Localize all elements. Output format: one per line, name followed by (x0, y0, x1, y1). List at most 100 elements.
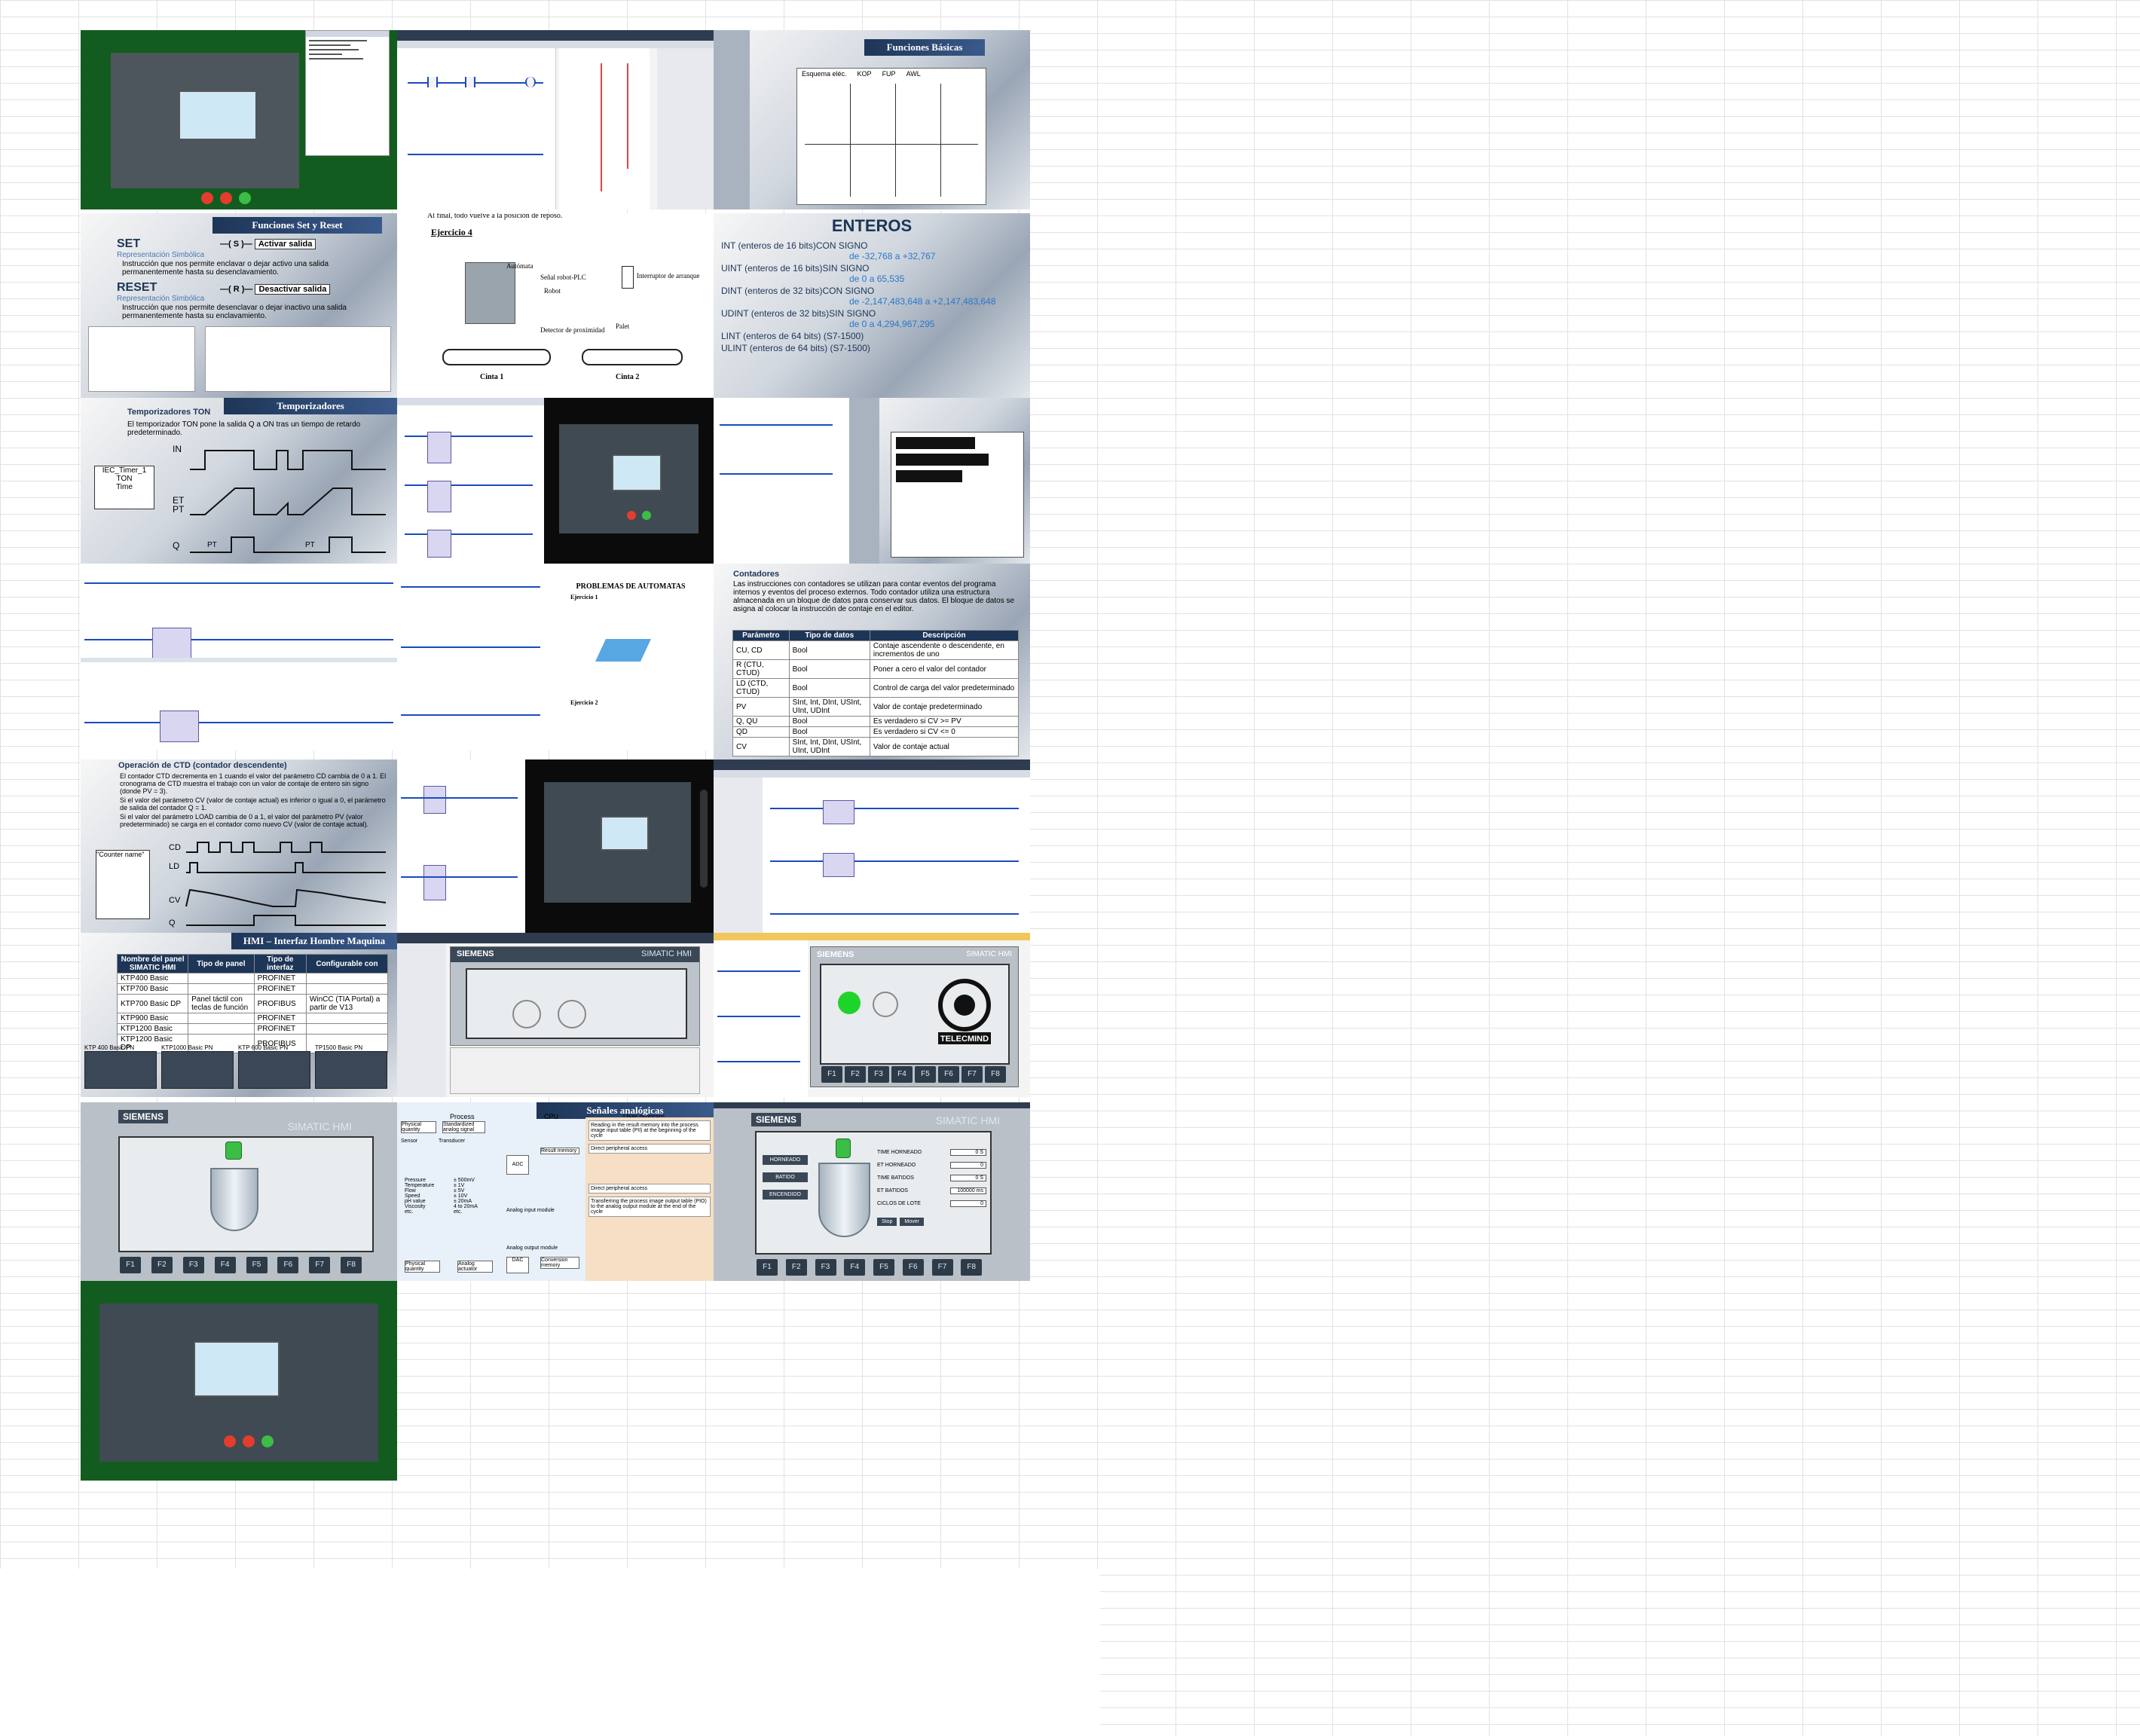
function-key-f7[interactable]: F7 (961, 1066, 983, 1083)
timer-block[interactable] (427, 432, 451, 463)
function-keys[interactable]: F1 F2 F3 F4 F5 F6 F7 F8 (755, 1259, 989, 1276)
plc-photo-video[interactable] (544, 398, 714, 564)
video-controls[interactable] (700, 790, 708, 888)
function-key-f1[interactable]: F1 (821, 1066, 842, 1083)
table-cell: LD (CTD, CTUD) (732, 678, 790, 698)
function-key-f1[interactable]: F1 (120, 1257, 141, 1273)
mode-button[interactable]: HORNEADO (763, 1155, 808, 1165)
function-key-f6[interactable]: F6 (277, 1257, 299, 1273)
notepad-window[interactable] (305, 30, 390, 156)
toolbar[interactable] (714, 770, 1030, 778)
function-keys[interactable]: F1 F2 F3 F4 F5 F6 F7 F8 (118, 1257, 371, 1273)
function-key-f4[interactable]: F4 (844, 1259, 866, 1276)
project-tree[interactable] (714, 778, 763, 933)
toolbar[interactable] (397, 41, 714, 48)
round-button[interactable] (873, 992, 898, 1017)
program-editor[interactable] (763, 778, 1030, 933)
plc-photo-console[interactable] (81, 30, 397, 209)
function-key-f6[interactable]: F6 (938, 1066, 959, 1083)
tia-editor-timers[interactable] (397, 398, 544, 564)
function-key-f5[interactable]: F5 (873, 1259, 894, 1276)
program-editor[interactable] (397, 48, 556, 209)
integer-type-label: LINT (enteros de 64 bits) (S7-1500) (721, 331, 864, 341)
hmi-screen-area[interactable]: HORNEADO BATIDO ENCENDIDO TIME HORNEADO 0 S… (755, 1131, 992, 1255)
siemens-logo: SIEMENS (817, 950, 854, 959)
function-key-f8[interactable]: F8 (341, 1257, 362, 1273)
ladder-timer-networks[interactable] (81, 564, 397, 750)
ladder-ctd-networks[interactable] (397, 760, 525, 933)
mode-button[interactable]: BATIDO (763, 1172, 808, 1182)
label-cinta1: Cinta 1 (480, 373, 504, 381)
tia-portal-project[interactable] (714, 760, 1030, 933)
function-key-f5[interactable]: F5 (246, 1257, 268, 1273)
hmi-bakery-screen[interactable]: SIEMENS SIMATIC HMI HORNEADO BATIDO ENCEND… (714, 1102, 1030, 1281)
plc-photo-cabinet[interactable] (81, 1281, 397, 1481)
function-key-f8[interactable]: F8 (961, 1259, 983, 1276)
function-key-f4[interactable]: F4 (214, 1257, 236, 1273)
action-button[interactable]: Stop (877, 1218, 897, 1226)
slide-thumbnails[interactable] (714, 30, 750, 209)
slide-thumbnails[interactable] (849, 398, 879, 564)
round-button[interactable] (512, 1000, 541, 1028)
process-value-field[interactable]: 0 S (950, 1149, 986, 1156)
function-key-f2[interactable]: F2 (785, 1259, 807, 1276)
ladder-contact[interactable] (427, 77, 438, 87)
timer-block[interactable] (160, 711, 199, 742)
counter-block[interactable] (423, 786, 446, 814)
action-button[interactable]: Mover (900, 1218, 924, 1226)
function-keys[interactable]: F1 F2 F3 F4 F5 F6 F7 F8 (820, 1066, 1007, 1083)
mode-buttons[interactable]: HORNEADO BATIDO ENCENDIDO (763, 1155, 808, 1207)
timer-block[interactable] (427, 530, 451, 558)
conveyor-1 (442, 349, 551, 365)
hmi-design-panel[interactable]: SIEMENS SIMATIC HMI (450, 946, 700, 1046)
function-key-f2[interactable]: F2 (151, 1257, 173, 1273)
thumbnail-image (161, 1051, 234, 1089)
function-key-f6[interactable]: F6 (902, 1259, 924, 1276)
instructions-panel[interactable] (657, 48, 714, 209)
counter-block[interactable] (823, 853, 854, 877)
label-robot: Robot (544, 287, 561, 295)
hmi-screen-area[interactable]: TELECMIND (820, 964, 1010, 1065)
timer-block[interactable] (427, 481, 451, 512)
properties-panel[interactable] (450, 1047, 700, 1094)
function-key-f5[interactable]: F5 (915, 1066, 936, 1083)
ladder-coil[interactable] (525, 77, 536, 87)
toolbar[interactable] (714, 933, 1030, 940)
counter-block[interactable] (823, 800, 854, 824)
round-button[interactable] (558, 1000, 586, 1028)
function-key-f8[interactable]: F8 (985, 1066, 1006, 1083)
function-key-f3[interactable]: F3 (868, 1066, 889, 1083)
process-value-field[interactable]: 0 S (950, 1175, 986, 1181)
function-key-f1[interactable]: F1 (757, 1259, 778, 1276)
siemens-logo: SIEMENS (457, 949, 494, 958)
ladder-contact[interactable] (465, 77, 475, 87)
function-key-f3[interactable]: F3 (815, 1259, 836, 1276)
hmi-screen-area[interactable] (466, 968, 687, 1039)
tia-ladder-editor[interactable] (397, 30, 714, 209)
program-editor[interactable] (714, 940, 808, 1097)
function-key-f4[interactable]: F4 (891, 1066, 913, 1083)
plc-photo-video[interactable] (525, 760, 714, 933)
function-key-f7[interactable]: F7 (309, 1257, 331, 1273)
project-tree[interactable] (397, 943, 446, 1097)
hmi-runtime-window[interactable]: SIEMENS SIMATIC HMI TELECMIND F1 F2 F3 F4 F5… (810, 946, 1019, 1087)
process-value-field[interactable]: 100000 ms (950, 1187, 986, 1194)
ladder-counter-networks[interactable] (397, 564, 548, 750)
timer-block[interactable] (152, 628, 191, 659)
hmi-screen-area[interactable] (118, 1136, 374, 1252)
mode-button[interactable]: ENCENDIDO (763, 1190, 808, 1200)
process-value-field[interactable]: 0 (950, 1162, 986, 1169)
tia-editor-small[interactable] (714, 398, 849, 564)
tia-hmi-runtime[interactable]: SIEMENS SIMATIC HMI TELECMIND F1 F2 F3 F4 F5… (714, 933, 1030, 1097)
hmi-mixer-screen[interactable]: SIEMENS SIMATIC HMI F1 F2 F3 F4 F5 F6 F7 F8 (81, 1102, 397, 1281)
table-cell: Bool (788, 726, 870, 738)
counter-block[interactable] (423, 865, 446, 900)
slide-hmi-table: HMI – Interfaz Hombre Maquina Nombre del… (81, 933, 397, 1097)
function-key-f3[interactable]: F3 (182, 1257, 204, 1273)
process-value-field[interactable]: 0 (950, 1200, 986, 1207)
tia-hmi-designer[interactable]: SIEMENS SIMATIC HMI (397, 933, 714, 1097)
integer-type-item: ULINT (enteros de 64 bits) (S7-1500) (721, 343, 1023, 353)
toolbar[interactable] (397, 398, 544, 405)
function-key-f2[interactable]: F2 (845, 1066, 866, 1083)
function-key-f7[interactable]: F7 (931, 1259, 953, 1276)
